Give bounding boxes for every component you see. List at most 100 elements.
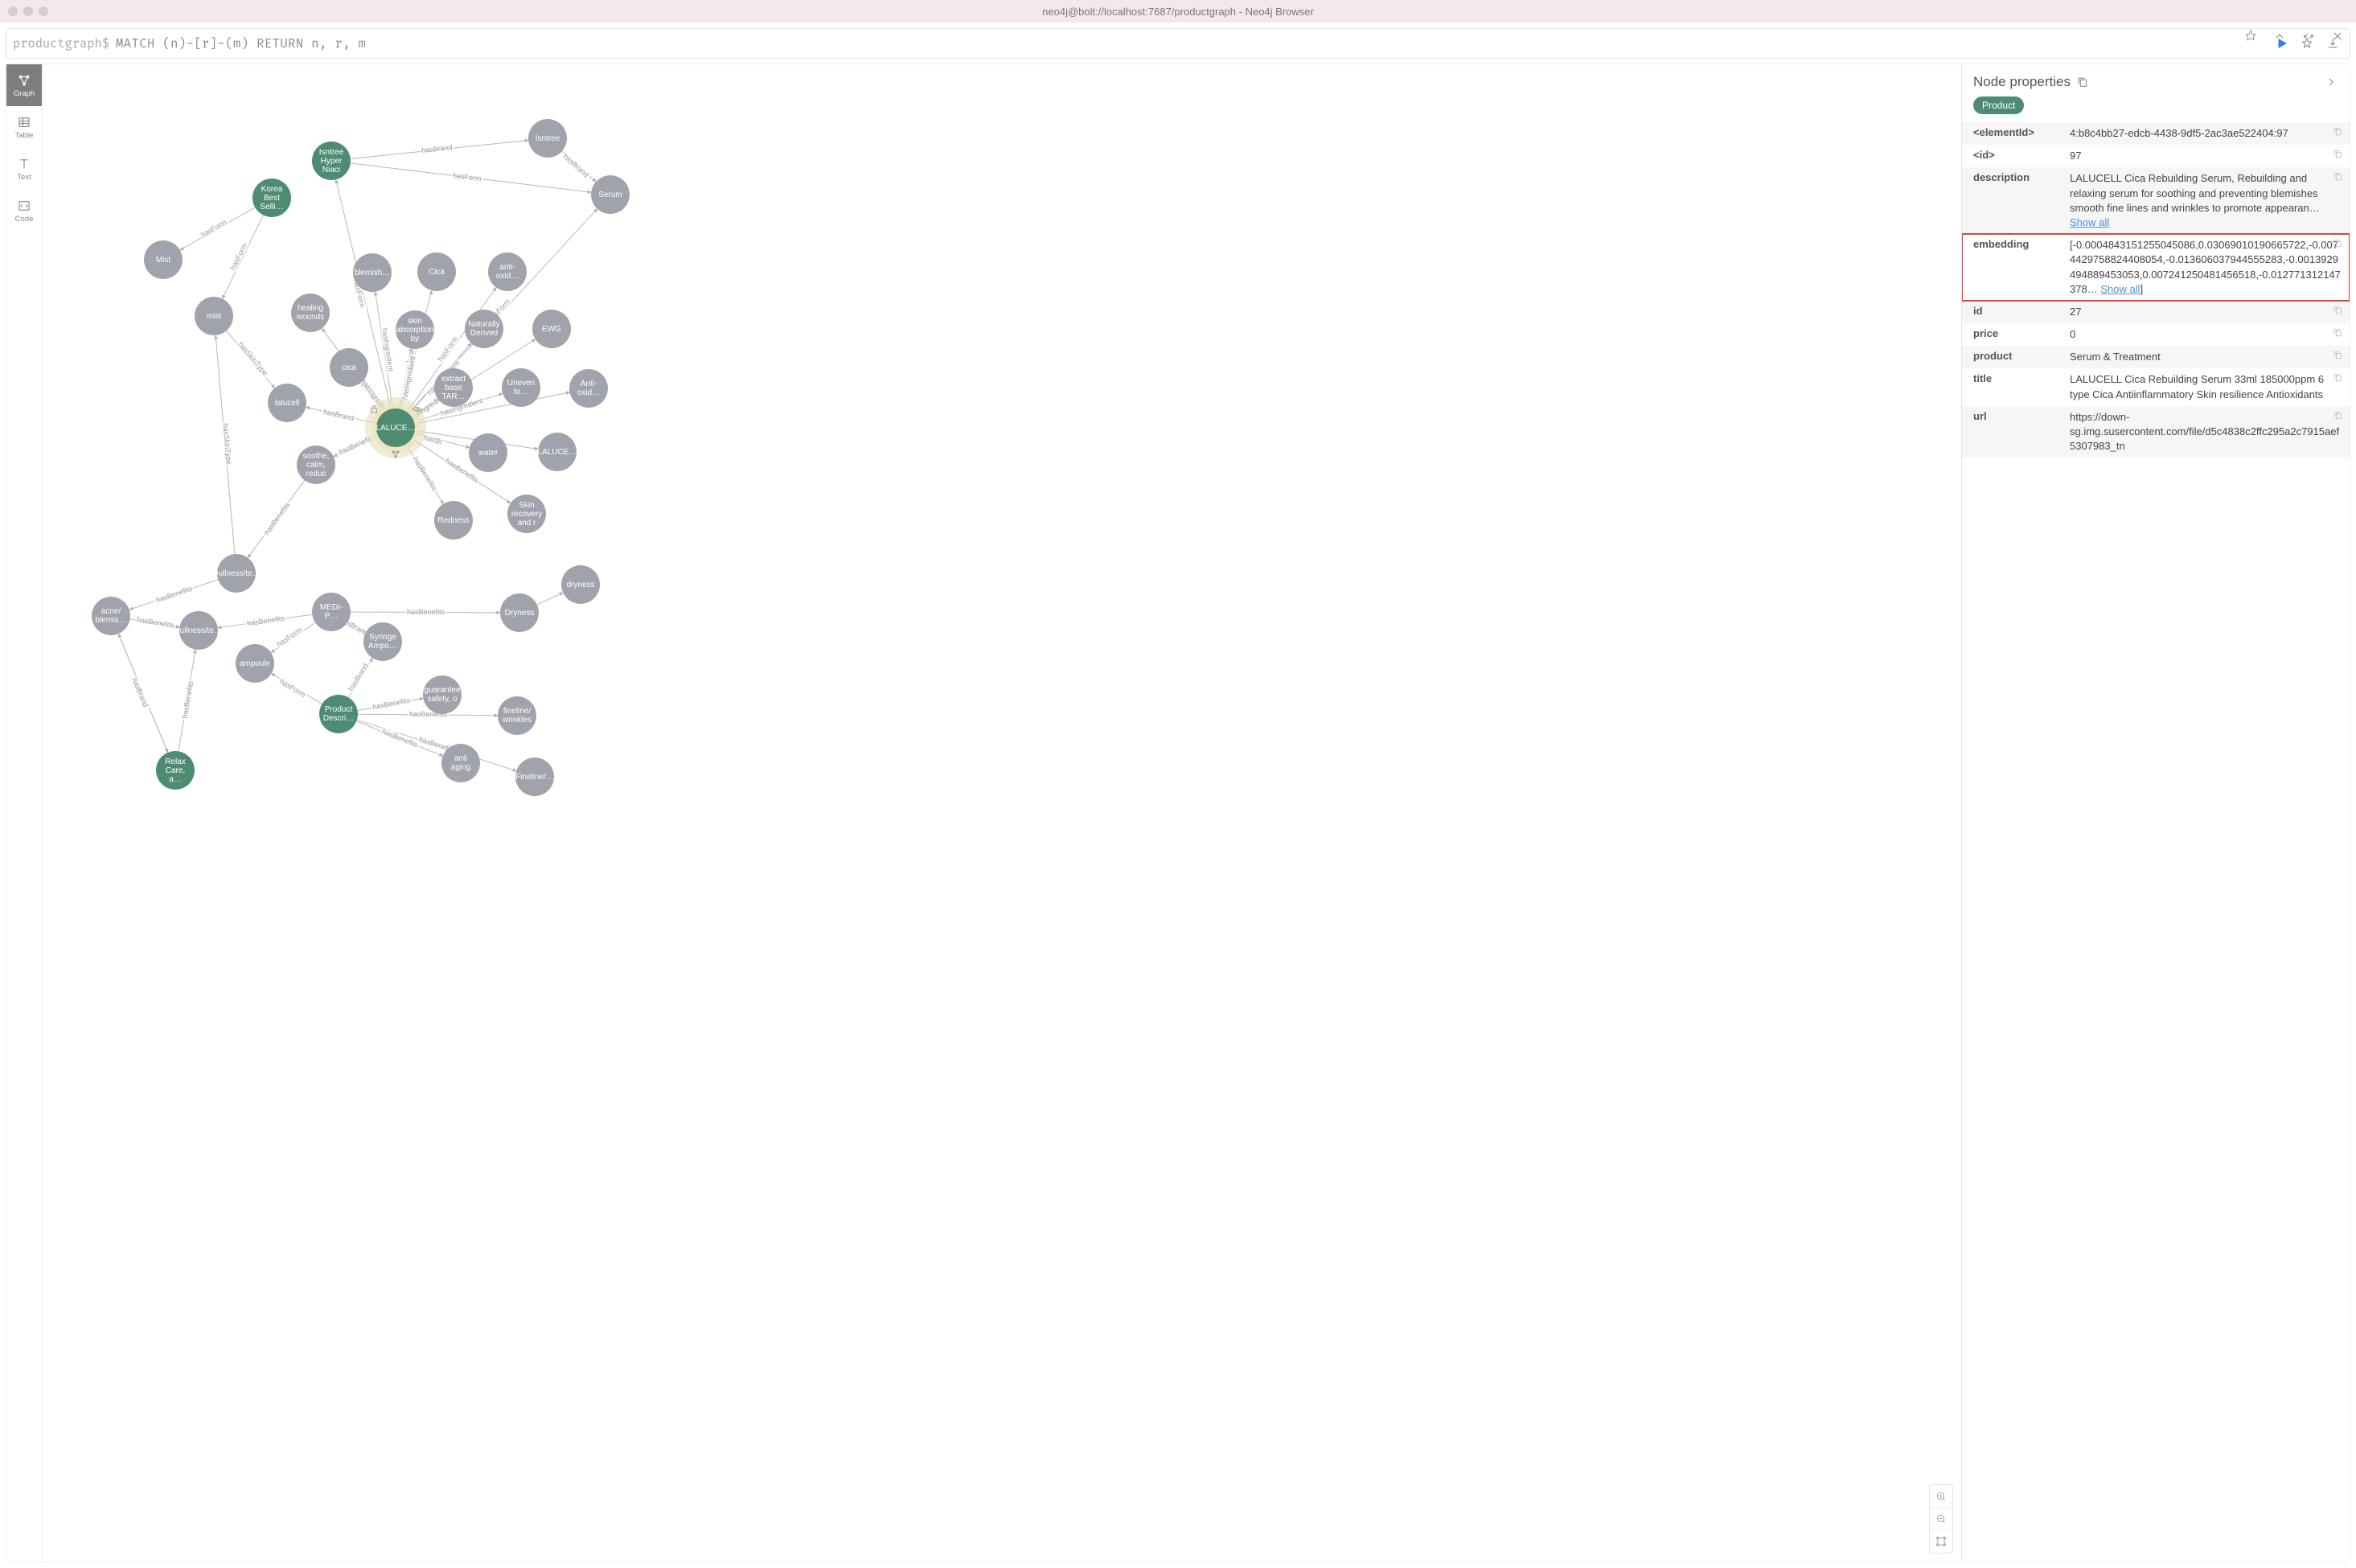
node-label-badge[interactable]: Product xyxy=(1973,96,2024,114)
graph-node[interactable]: anti aging xyxy=(441,744,480,782)
graph-node[interactable]: ampoule xyxy=(236,644,274,683)
copy-icon[interactable] xyxy=(2333,305,2343,319)
graph-node[interactable]: EWG xyxy=(532,310,571,348)
copy-icon[interactable] xyxy=(2075,75,2090,89)
graph-node[interactable]: water xyxy=(469,433,507,472)
query-text[interactable]: MATCH (n)-[r]-(m) RETURN n, r, m xyxy=(116,36,2272,51)
graph-node[interactable]: Isntree xyxy=(528,119,567,158)
property-table: <elementId>4:b8c4bb27-edcb-4438-9df5-2ac… xyxy=(1962,122,2350,458)
graph-node[interactable]: LALUCE… xyxy=(538,433,577,471)
prop-row-embedding: embedding[-0.0004843151255045086,0.03069… xyxy=(1962,234,2350,301)
copy-icon[interactable] xyxy=(2333,126,2343,141)
window-title: neo4j@bolt://localhost:7687/productgraph… xyxy=(0,6,2356,18)
prop-key: embedding xyxy=(1962,234,2067,301)
result-frame: Graph Table Text Code hasFormhasFormhasF… xyxy=(6,64,2350,1562)
graph-canvas[interactable]: hasFormhasFormhasFormhasBrandhasBrandhas… xyxy=(43,64,1961,1562)
graph-node[interactable]: fineline/ wrinkles xyxy=(498,696,536,735)
rail-graph[interactable]: Graph xyxy=(6,64,42,106)
graph-node[interactable]: Serum xyxy=(591,175,630,214)
query-editor[interactable]: productgraph$ MATCH (n)-[r]-(m) RETURN n… xyxy=(6,28,2350,59)
graph-node[interactable]: cica xyxy=(330,348,368,387)
prop-value: https://down-sg.img.susercontent.com/fil… xyxy=(2067,406,2350,458)
graph-node[interactable]: acne/ blemis… xyxy=(92,597,130,635)
graph-node[interactable]: Syringe Ampo… xyxy=(363,622,402,661)
graph-node[interactable]: anti-oxid… xyxy=(488,252,527,291)
graph-node[interactable]: Dryness xyxy=(500,593,539,632)
expand-icon[interactable] xyxy=(2301,29,2316,43)
prop-key: url xyxy=(1962,406,2067,458)
prop-key: id xyxy=(1962,301,2067,323)
panel-collapse-icon[interactable] xyxy=(2324,75,2338,89)
graph-node[interactable]: MEDI-P… xyxy=(312,593,351,631)
graph-node[interactable]: dryness xyxy=(561,565,600,604)
zoom-in-button[interactable] xyxy=(1930,1485,1952,1508)
prop-key: description xyxy=(1962,167,2067,234)
prop-value: [-0.0004843151255045086,0.03069010190665… xyxy=(2067,234,2350,301)
prop-row-id: <id>97 xyxy=(1962,145,2350,167)
graph-node[interactable]: healing wounds xyxy=(291,293,330,332)
graph-node[interactable]: Mist xyxy=(144,240,183,279)
graph-node[interactable]: Relax Care, a… xyxy=(156,751,195,790)
panel-title: Node properties xyxy=(1973,74,2090,90)
view-rail: Graph Table Text Code xyxy=(6,64,43,1562)
graph-node[interactable]: lalucell xyxy=(268,384,306,422)
close-icon[interactable] xyxy=(2330,29,2345,43)
prop-row-price: price0 xyxy=(1962,323,2350,346)
copy-icon[interactable] xyxy=(2333,410,2343,425)
graph-node[interactable]: Naturally Derived xyxy=(465,310,503,348)
prop-key: title xyxy=(1962,368,2067,405)
graph-node[interactable]: extract base TAR… xyxy=(434,368,473,407)
graph-node[interactable]: Korea Best Selli… xyxy=(252,179,291,217)
prop-key: product xyxy=(1962,346,2067,368)
graph-node[interactable]: Fineline/… xyxy=(515,757,554,796)
prop-row-elementId: <elementId>4:b8c4bb27-edcb-4438-9df5-2ac… xyxy=(1962,122,2350,145)
rail-table[interactable]: Table xyxy=(6,106,42,148)
graph-node[interactable]: Dullness/te… xyxy=(217,554,256,593)
zoom-controls xyxy=(1929,1484,1953,1554)
zoom-fit-button[interactable] xyxy=(1930,1530,1952,1553)
prop-value: 97 xyxy=(2067,145,2350,167)
prop-value: Serum & Treatment xyxy=(2067,346,2350,368)
copy-icon[interactable] xyxy=(2333,372,2343,387)
copy-icon[interactable] xyxy=(2333,149,2343,163)
prop-value: 4:b8c4bb27-edcb-4438-9df5-2ac3ae522404:9… xyxy=(2067,122,2350,145)
prop-row-product: productSerum & Treatment xyxy=(1962,346,2350,368)
graph-node[interactable]: Anti-oxid… xyxy=(569,369,608,408)
rail-code[interactable]: Code xyxy=(6,190,42,232)
prop-row-id: id27 xyxy=(1962,301,2350,323)
graph-node[interactable]: Redness xyxy=(434,501,473,540)
graph-node[interactable]: skin absorption by xyxy=(396,310,434,349)
copy-icon[interactable] xyxy=(2333,238,2343,252)
query-prompt: productgraph$ xyxy=(13,36,109,51)
rail-text[interactable]: Text xyxy=(6,148,42,190)
graph-node[interactable]: blemish… xyxy=(353,253,392,292)
prop-key: <elementId> xyxy=(1962,122,2067,145)
graph-node[interactable]: dullness/te… xyxy=(179,611,218,650)
prop-row-url: urlhttps://down-sg.img.susercontent.com/… xyxy=(1962,406,2350,458)
graph-node[interactable]: soothe, calm, reduc xyxy=(297,445,335,484)
top-toolbar xyxy=(2243,29,2345,43)
copy-icon[interactable] xyxy=(2333,171,2343,186)
properties-panel: Node properties Product <elementId>4:b8c… xyxy=(1961,64,2350,1562)
prop-key: price xyxy=(1962,323,2067,346)
graph-node[interactable]: guarantee safety, o xyxy=(423,675,462,714)
show-all-link[interactable]: Show all xyxy=(2100,283,2140,295)
prop-row-title: titleLALUCELL Cica Rebuilding Serum 33ml… xyxy=(1962,368,2350,405)
graph-node[interactable]: Uneven to… xyxy=(502,368,540,407)
graph-node[interactable]: LALUCE… xyxy=(376,408,415,447)
copy-icon[interactable] xyxy=(2333,327,2343,342)
prop-value: 0 xyxy=(2067,323,2350,346)
prop-value: 27 xyxy=(2067,301,2350,323)
collapse-icon[interactable] xyxy=(2272,29,2287,43)
show-all-link[interactable]: Show all xyxy=(2070,216,2109,228)
graph-node[interactable]: Isntree Hyper Niaci xyxy=(312,142,351,180)
graph-node[interactable]: Skin recovery and r xyxy=(507,495,546,533)
zoom-out-button[interactable] xyxy=(1930,1508,1952,1530)
graph-node[interactable]: mist xyxy=(195,297,233,335)
pin-icon[interactable] xyxy=(2243,29,2258,43)
graph-node[interactable]: Cica xyxy=(417,252,456,291)
prop-row-description: descriptionLALUCELL Cica Rebuilding Seru… xyxy=(1962,167,2350,234)
prop-key: <id> xyxy=(1962,145,2067,167)
copy-icon[interactable] xyxy=(2333,350,2343,364)
graph-node[interactable]: Product Descri… xyxy=(319,695,358,733)
